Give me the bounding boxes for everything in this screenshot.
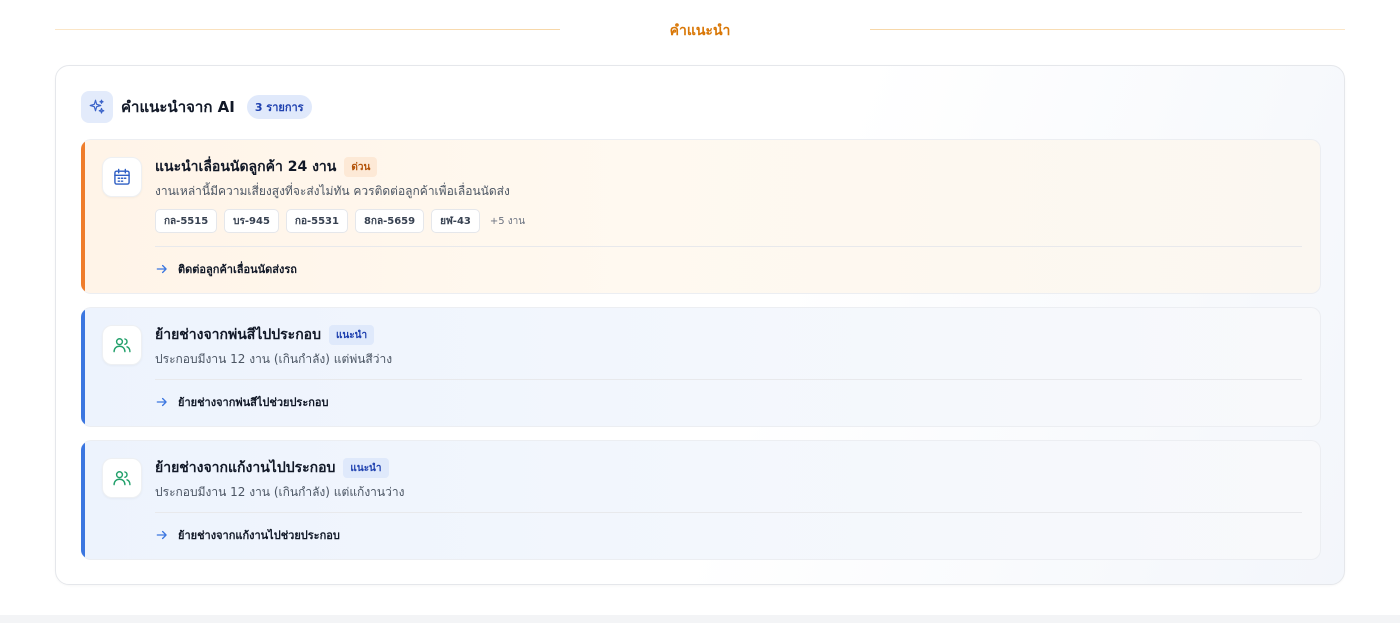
plate-chip[interactable]: กอ-5531: [285, 209, 348, 233]
suggest-accent-bar: [81, 441, 85, 559]
suggest-tag: แนะนำ: [328, 325, 375, 345]
page: คำแนะนำ คำแนะนำจาก AI 3 รายการ แนะนำเลื่…: [0, 0, 1400, 623]
action-label: ย้ายช่างจากพ่นสีไปช่วยประกอบ: [178, 396, 329, 409]
action-label: ติดต่อลูกค้าเลื่อนนัดส่งรถ: [178, 263, 297, 276]
section-divider-right: [870, 29, 1345, 30]
section-title: คำแนะนำ: [669, 23, 731, 39]
divider: [155, 512, 1302, 513]
more-jobs-count: +5 งาน: [489, 215, 526, 227]
recommendation-card-move-rework: ย้ายช่างจากแก้งานไปประกอบ แนะนำ ประกอบมี…: [81, 440, 1321, 560]
move-rework-action[interactable]: ย้ายช่างจากแก้งานไปช่วยประกอบ: [155, 526, 340, 544]
recommendation-card-move-painters: ย้ายช่างจากพ่นสีไปประกอบ แนะนำ ประกอบมีง…: [81, 307, 1321, 427]
move-painters-action[interactable]: ย้ายช่างจากพ่นสีไปช่วยประกอบ: [155, 393, 329, 411]
recommendation-title: ย้ายช่างจากแก้งานไปประกอบ: [155, 460, 336, 476]
divider: [155, 379, 1302, 380]
recommendation-title: แนะนำเลื่อนนัดลูกค้า 24 งาน: [155, 159, 337, 175]
recommendation-description: งานเหล่านี้มีความเสี่ยงสูงที่จะส่งไม่ทัน…: [155, 184, 510, 198]
action-label: ย้ายช่างจากแก้งานไปช่วยประกอบ: [178, 529, 340, 542]
recommendation-description: ประกอบมีงาน 12 งาน (เกินกำลัง) แต่แก้งาน…: [155, 485, 405, 499]
users-icon: [102, 458, 142, 498]
recommendation-header: แนะนำเลื่อนนัดลูกค้า 24 งาน ด่วน: [155, 156, 378, 178]
card-header: คำแนะนำจาก AI 3 รายการ: [81, 91, 312, 123]
ai-recommendations-card: คำแนะนำจาก AI 3 รายการ แนะนำเลื่อนนัดลูก…: [55, 65, 1345, 585]
count-badge: 3 รายการ: [246, 95, 312, 119]
arrow-right-icon: [156, 397, 167, 407]
arrow-right-icon: [156, 264, 167, 274]
recommendation-card-reschedule: แนะนำเลื่อนนัดลูกค้า 24 งาน ด่วน งานเหล่…: [81, 139, 1321, 294]
plate-chip[interactable]: 8กล-5659: [354, 209, 425, 233]
recommendation-header: ย้ายช่างจากแก้งานไปประกอบ แนะนำ: [155, 457, 389, 479]
urgent-accent-bar: [81, 140, 85, 293]
plate-chip[interactable]: กล-5515: [155, 209, 218, 233]
sparkles-icon: [81, 91, 113, 123]
divider: [155, 246, 1302, 247]
arrow-right-icon: [156, 530, 167, 540]
page-footer-strip: [0, 615, 1400, 623]
users-icon: [102, 325, 142, 365]
plate-chip[interactable]: ยฬ-43: [431, 209, 480, 233]
suggest-tag: แนะนำ: [343, 458, 389, 478]
suggest-accent-bar: [81, 308, 85, 426]
recommendation-description: ประกอบมีงาน 12 งาน (เกินกำลัง) แต่พ่นสีว…: [155, 352, 393, 366]
plate-chip[interactable]: บร-945: [224, 209, 279, 233]
plate-chip-list: กล-5515 บร-945 กอ-5531 8กล-5659 ยฬ-43 +5…: [155, 209, 525, 233]
contact-customer-action[interactable]: ติดต่อลูกค้าเลื่อนนัดส่งรถ: [155, 260, 297, 278]
recommendation-title: ย้ายช่างจากพ่นสีไปประกอบ: [155, 327, 321, 343]
recommendation-header: ย้ายช่างจากพ่นสีไปประกอบ แนะนำ: [155, 324, 375, 346]
calendar-icon: [102, 157, 142, 197]
section-header: คำแนะนำ: [55, 18, 1345, 42]
card-title: คำแนะนำจาก AI: [121, 98, 235, 116]
urgent-tag: ด่วน: [344, 157, 378, 177]
